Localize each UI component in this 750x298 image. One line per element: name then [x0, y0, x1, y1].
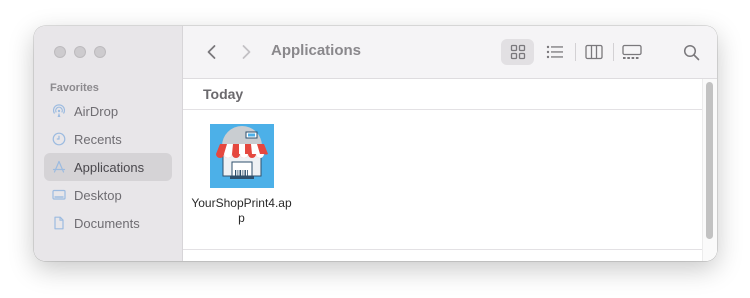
- toolbar-divider: [613, 43, 614, 61]
- search-icon: [683, 44, 699, 60]
- applications-icon: [52, 160, 66, 174]
- column-view-icon: [585, 44, 603, 60]
- close-button[interactable]: [54, 46, 66, 58]
- back-button[interactable]: [203, 43, 221, 61]
- sidebar-item-airdrop[interactable]: AirDrop: [44, 97, 172, 125]
- sidebar-list: AirDrop Recents Applications Desktop Doc…: [44, 97, 172, 237]
- file-item[interactable]: YourShopPrint4.app: [191, 124, 292, 226]
- sidebar-item-applications[interactable]: Applications: [44, 153, 172, 181]
- desktop-icon: [52, 188, 66, 202]
- column-view-button[interactable]: [579, 39, 609, 65]
- chevron-left-icon: [207, 45, 216, 59]
- shop-storefront-app-icon: [209, 124, 274, 188]
- icon-view-icon: [510, 44, 525, 60]
- list-view-icon: [546, 45, 563, 59]
- icon-view-button[interactable]: [501, 39, 534, 65]
- zoom-button[interactable]: [94, 46, 106, 58]
- section-title: Today: [203, 86, 244, 102]
- list-view-button[interactable]: [538, 39, 571, 65]
- search-button[interactable]: [681, 39, 701, 65]
- clock-icon: [52, 132, 66, 146]
- document-icon: [52, 216, 66, 230]
- minimize-button[interactable]: [74, 46, 86, 58]
- section-header-today: Today: [183, 79, 705, 110]
- toolbar: Applications: [183, 26, 717, 79]
- sidebar-item-label: Desktop: [74, 187, 122, 203]
- window-controls: [54, 46, 106, 58]
- toolbar-divider: [575, 43, 576, 61]
- sidebar-item-documents[interactable]: Documents: [44, 209, 172, 237]
- sidebar-item-label: Applications: [74, 159, 145, 175]
- gallery-view-button[interactable]: [617, 39, 647, 65]
- sidebar-item-recents[interactable]: Recents: [44, 125, 172, 153]
- chevron-right-icon: [242, 45, 251, 59]
- scrollbar-thumb[interactable]: [706, 82, 713, 239]
- sidebar-item-label: AirDrop: [74, 103, 119, 119]
- sidebar: Favorites AirDrop Recents Applications D…: [34, 26, 183, 261]
- gallery-view-icon: [622, 44, 642, 59]
- finder-window: Favorites AirDrop Recents Applications D…: [34, 26, 717, 261]
- forward-button[interactable]: [237, 43, 255, 61]
- window-title: Applications: [271, 42, 362, 59]
- file-browser-content: Today YourShopPrint4.app: [183, 79, 717, 261]
- sidebar-item-label: Documents: [74, 215, 140, 231]
- sidebar-item-label: Recents: [74, 131, 122, 147]
- file-name: YourShopPrint4.app: [191, 196, 292, 225]
- section-header-next: ​: [183, 249, 705, 261]
- sidebar-item-desktop[interactable]: Desktop: [44, 181, 172, 209]
- favorites-heading: Favorites: [50, 82, 99, 94]
- vertical-scrollbar[interactable]: [702, 79, 717, 261]
- airdrop-icon: [52, 104, 66, 118]
